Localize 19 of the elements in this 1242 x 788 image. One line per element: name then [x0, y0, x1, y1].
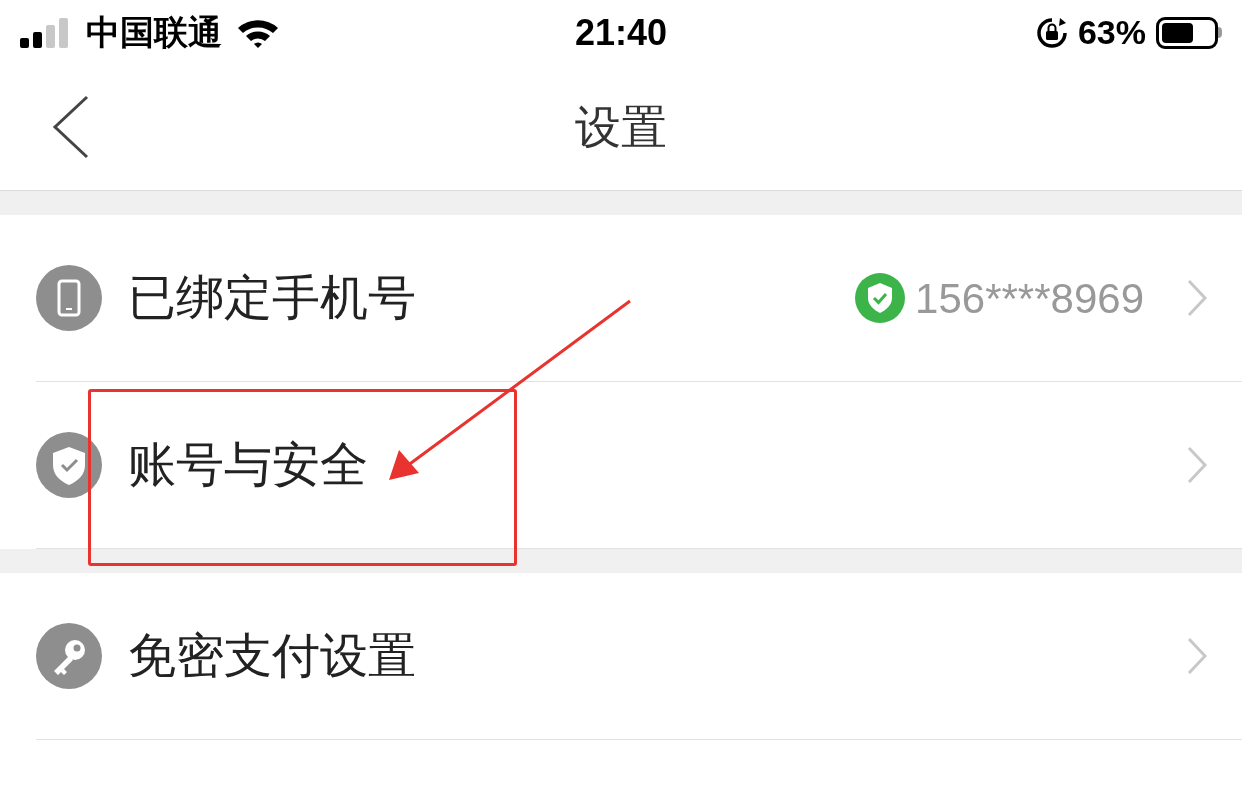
- key-icon: [36, 623, 102, 689]
- page-title: 设置: [575, 100, 667, 155]
- chevron-right-icon: [1186, 445, 1208, 485]
- battery-icon: [1156, 16, 1222, 49]
- shield-icon: [36, 432, 102, 498]
- row-label: 免密支付设置: [128, 628, 416, 684]
- phone-number: 156****8969: [915, 273, 1144, 324]
- rotation-lock-icon: [1035, 16, 1068, 49]
- battery-percent: 63%: [1077, 12, 1146, 53]
- clock-time: 21:40: [574, 10, 668, 55]
- back-button[interactable]: [50, 95, 90, 159]
- row-label: 账号与安全: [128, 437, 368, 493]
- row-label: 已绑定手机号: [128, 270, 416, 326]
- settings-row[interactable]: 已绑定手机号 156****8969: [36, 215, 1242, 382]
- settings-row[interactable]: 免密支付设置: [36, 573, 1242, 740]
- chevron-right-icon: [1186, 278, 1208, 318]
- carrier-name: 中国联通: [86, 12, 222, 53]
- chevron-right-icon: [1186, 636, 1208, 676]
- phone-icon: [36, 265, 102, 331]
